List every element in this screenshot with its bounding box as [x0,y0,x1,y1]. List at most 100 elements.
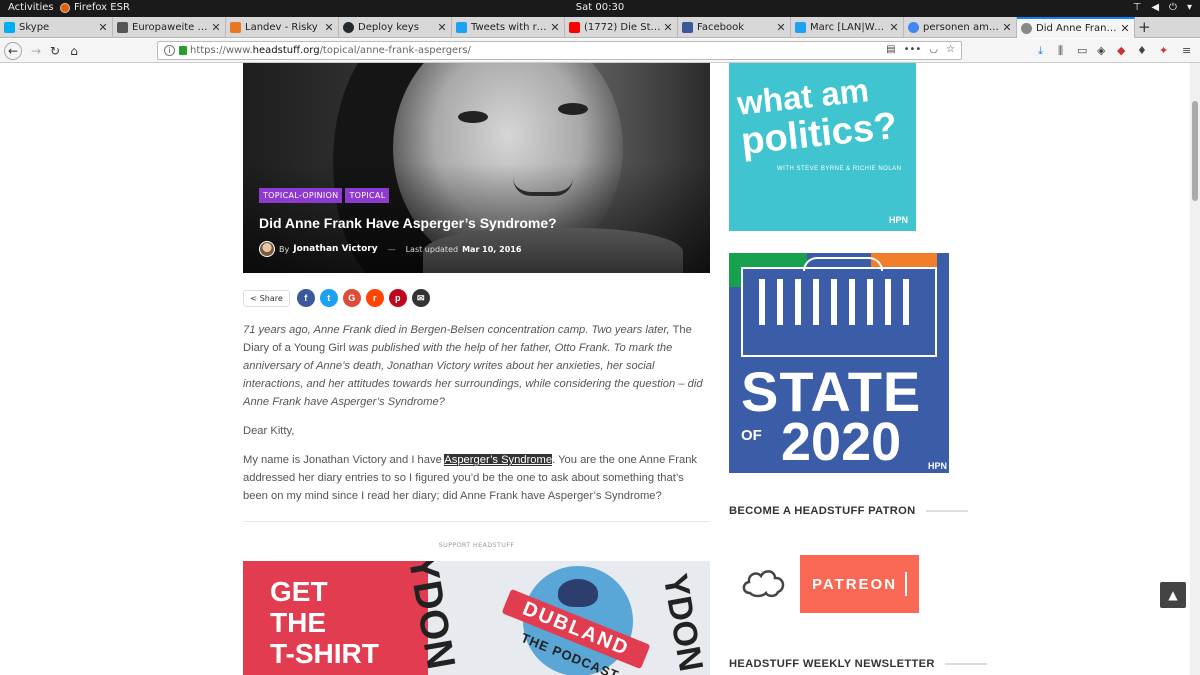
tab-title: Tweets with replies [471,22,549,33]
tab-skype[interactable]: Skype ✕ [0,17,113,38]
pocket-icon[interactable]: ◡ [929,44,938,55]
tab-title: Deploy keys [358,22,419,33]
hero-photo-eye [458,111,488,123]
google-share-icon[interactable]: G [342,289,361,307]
tab-title: (1772) Die Stunde [584,22,662,33]
twitter-icon [795,22,806,33]
salutation: Dear Kitty, [243,425,295,437]
pigeon-icon [558,579,598,607]
author-link[interactable]: Jonathan Victory [293,244,377,254]
clock[interactable]: Sat 00:30 [0,2,1200,13]
tab-tweets[interactable]: Tweets with replies ✕ [452,17,565,38]
building-column [795,279,801,325]
page-actions-icon[interactable]: ••• [904,44,922,55]
share-bar: < Share f t G r p ✉ [243,289,430,307]
reader-view-icon[interactable]: ▤ [886,44,895,55]
facebook-icon [682,22,693,33]
tab-landev[interactable]: Landev - Risky ✕ [226,17,339,38]
scrollbar-thumb[interactable] [1192,101,1198,201]
aspergers-link[interactable]: Asperger’s Syndrome [444,454,553,466]
reload-button[interactable]: ↻ [46,42,64,60]
extension-icon[interactable]: ♦ [1137,44,1147,57]
close-icon[interactable]: ✕ [775,21,787,34]
article-intro: 71 years ago, Anne Frank died in Bergen-… [243,321,711,411]
brain-cloud-icon [742,570,785,598]
tab-marc[interactable]: Marc [LAN|WAN] ✕ [791,17,904,38]
extension-icon[interactable]: ✦ [1159,44,1168,57]
widget-title-text: BECOME A HEADSTUFF PATRON [729,505,916,517]
share-button[interactable]: < Share [243,289,290,307]
paragraph-text: My name is Jonathan Victory and I have [243,454,445,466]
category-badges: TOPICAL-OPINION TOPICAL [259,188,390,203]
library-icon[interactable]: ⫼ [1058,44,1063,58]
building-column [813,279,819,325]
info-icon[interactable]: i [164,45,175,56]
youtube-icon [569,22,580,33]
tab-title: Did Anne Frank ha [1036,23,1119,34]
building-column [885,279,891,325]
pinterest-share-icon[interactable]: p [388,289,407,307]
state-of-2020-ad[interactable]: STATE OF 2020 HPN [729,253,949,473]
email-share-icon[interactable]: ✉ [411,289,430,307]
sidebar-icon[interactable]: ▭ [1077,44,1087,57]
tab-google-search[interactable]: personen am code ✕ [904,17,1017,38]
category-badge[interactable]: TOPICAL-OPINION [259,188,343,203]
tab-title: Skype [19,22,50,33]
url-text[interactable]: https://www.headstuff.org/topical/anne-f… [190,45,471,56]
page-scrollbar[interactable] [1190,63,1200,675]
tab-anne-frank[interactable]: Did Anne Frank ha ✕ [1017,17,1135,38]
url-prefix: https://www. [190,45,253,56]
bookmark-star-icon[interactable]: ☆ [946,44,955,55]
close-icon[interactable]: ✕ [662,21,674,34]
network-icon: ⊤ [1132,2,1142,13]
category-badge[interactable]: TOPICAL [345,188,390,203]
tab-strip: Skype ✕ Europaweite Razzia ✕ Landev - Ri… [0,17,1200,38]
politics-podcast-ad[interactable]: what am politics? WITH STEVE BYRNE & RIC… [729,63,916,231]
tab-europaweite[interactable]: Europaweite Razzia ✕ [113,17,226,38]
post-date: Mar 10, 2016 [462,244,522,254]
hero-image[interactable]: TOPICAL-OPINION TOPICAL Did Anne Frank H… [243,63,710,273]
tab-title: Marc [LAN|WAN] [810,22,888,33]
close-icon[interactable]: ✕ [888,21,900,34]
twitter-share-icon[interactable]: t [319,289,338,307]
patreon-label: PATREON [811,575,898,593]
close-icon[interactable]: ✕ [549,21,561,34]
hamburger-menu-icon[interactable]: ≡ [1182,44,1191,57]
by-label: By [279,244,290,254]
back-button[interactable]: ← [4,42,22,60]
tshirt-ad[interactable]: GET THE T-SHIRT YDON YDON DUBLAND THE PO… [243,561,710,675]
hpn-logo: HPN [888,215,908,225]
close-icon[interactable]: ✕ [97,21,109,34]
new-tab-button[interactable]: + [1138,18,1151,36]
home-button[interactable]: ⌂ [65,42,83,60]
close-icon[interactable]: ✕ [436,21,448,34]
close-icon[interactable]: ✕ [1001,21,1013,34]
system-tray[interactable]: ⊤ ◀ ⏻ ▾ [1133,2,1192,13]
tab-facebook[interactable]: Facebook ✕ [678,17,791,38]
ad-headline: GET THE T-SHIRT [270,576,379,669]
downloads-icon[interactable]: ⤓ [1038,44,1043,58]
extension-icon[interactable]: ◈ [1097,44,1105,57]
close-icon[interactable]: ✕ [210,21,222,34]
scroll-to-top-button[interactable]: ▲ [1160,582,1186,608]
byline: By Jonathan Victory — Last updated Mar 1… [259,241,521,257]
ublock-icon[interactable]: ◆ [1117,44,1125,57]
page-viewport: TOPICAL-OPINION TOPICAL Did Anne Frank H… [0,63,1190,675]
intro-text: 71 years ago, Anne Frank died in Bergen-… [243,324,670,336]
close-icon[interactable]: ✕ [1119,22,1131,35]
forward-button[interactable]: → [27,42,45,60]
tab-title: Europaweite Razzia [132,22,210,33]
title-rule [925,510,968,512]
tab-youtube[interactable]: (1772) Die Stunde ✕ [565,17,678,38]
reddit-share-icon[interactable]: r [365,289,384,307]
facebook-share-icon[interactable]: f [296,289,315,307]
tab-deploy-keys[interactable]: Deploy keys ✕ [339,17,452,38]
avatar[interactable] [259,241,275,257]
ad-year-text: 2020 [781,412,902,472]
patreon-button[interactable]: PATREON [800,555,919,613]
support-label: SUPPORT HEADSTUFF [438,541,515,549]
close-icon[interactable]: ✕ [323,21,335,34]
ad-hosts: WITH STEVE BYRNE & RICHIE NOLAN [777,166,902,172]
building-column [759,279,765,325]
address-bar[interactable]: i https://www.headstuff.org/topical/anne… [157,41,962,60]
